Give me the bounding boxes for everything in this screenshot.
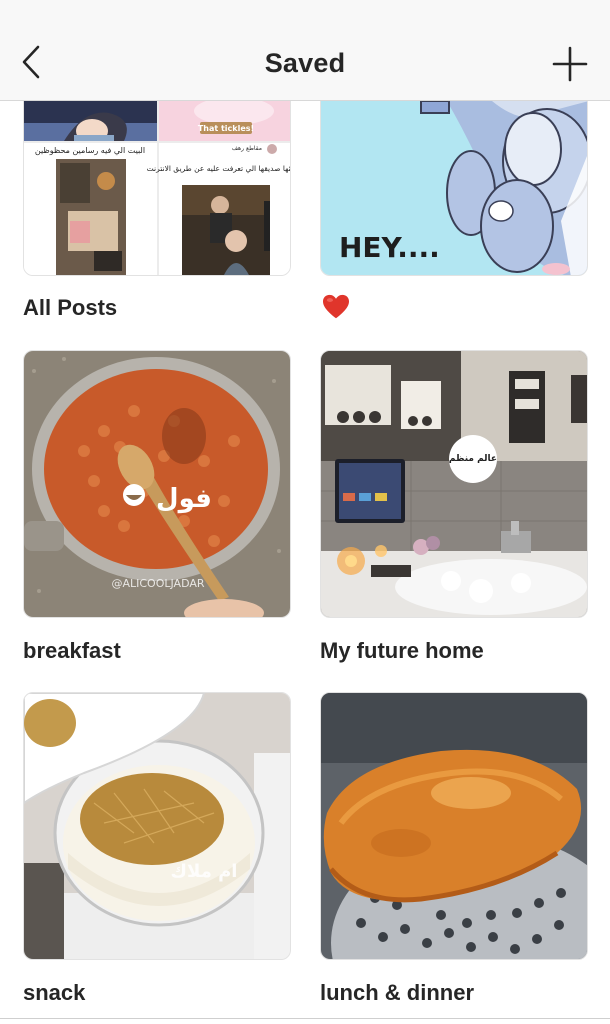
collection-thumbnail[interactable] [320, 692, 588, 960]
collection-label[interactable]: My future home [320, 638, 484, 664]
collection-label[interactable]: snack [23, 980, 85, 1006]
collection-thumbnail[interactable]: فول @ALICOOLJADAR [23, 350, 291, 618]
collection-thumbnail[interactable]: HEY.... [320, 100, 588, 276]
collection-label[interactable]: breakfast [23, 638, 121, 664]
collection-thumbnail[interactable]: ام ملاك [23, 692, 291, 960]
collection-all-posts[interactable]: That tickles! البيت الي فيه رسامين محظوظ… [23, 100, 291, 330]
page-title: Saved [264, 48, 346, 78]
watermark: ام ملاك [171, 861, 238, 882]
bottom-divider [0, 1018, 610, 1019]
hey-caption: HEY.... [339, 231, 440, 264]
dessert-image: ام ملاك [24, 693, 290, 959]
collection-snack[interactable]: ام ملاك snack [23, 692, 291, 1010]
foul-dish-image: فول @ALICOOLJADAR [24, 351, 290, 617]
collection-label[interactable]: lunch & dinner [320, 980, 474, 1006]
hey-cartoon-image: HEY.... [321, 101, 587, 275]
collection-breakfast[interactable]: فول @ALICOOLJADAR breakfast [23, 350, 291, 670]
tile-caption: البيت الي فيه رسامين محظوظين [35, 146, 145, 155]
fried-pastry-image [321, 693, 587, 959]
collection-lunch-dinner[interactable]: lunch & dinner [320, 692, 588, 1010]
plus-icon [552, 46, 588, 82]
collection-thumbnail[interactable]: عالم منظم [320, 350, 588, 618]
collection-my-future-home[interactable]: عالم منظم My future home [320, 350, 588, 670]
collection-thumbnail[interactable]: That tickles! البيت الي فيه رسامين محظوظ… [23, 100, 291, 276]
brand-badge: عالم منظم [449, 454, 497, 464]
all-posts-collage: That tickles! البيت الي فيه رسامين محظوظ… [24, 101, 291, 275]
tile-caption: فاجئها صديقها الي تعرفت عليه عن طريق الا… [147, 164, 291, 173]
collection-label[interactable]: All Posts [23, 295, 117, 321]
top-nav-bar: Saved [0, 0, 610, 101]
bathroom-image: عالم منظم [321, 351, 587, 617]
dish-caption: فول [156, 484, 212, 514]
watermark: @ALICOOLJADAR [111, 577, 204, 590]
collection-heart[interactable]: HEY.... [320, 100, 588, 330]
add-collection-button[interactable] [548, 40, 592, 88]
red-heart-icon [323, 294, 349, 319]
tile-caption: That tickles! [198, 124, 254, 133]
tile-username: مقاطع رهف [232, 145, 262, 152]
